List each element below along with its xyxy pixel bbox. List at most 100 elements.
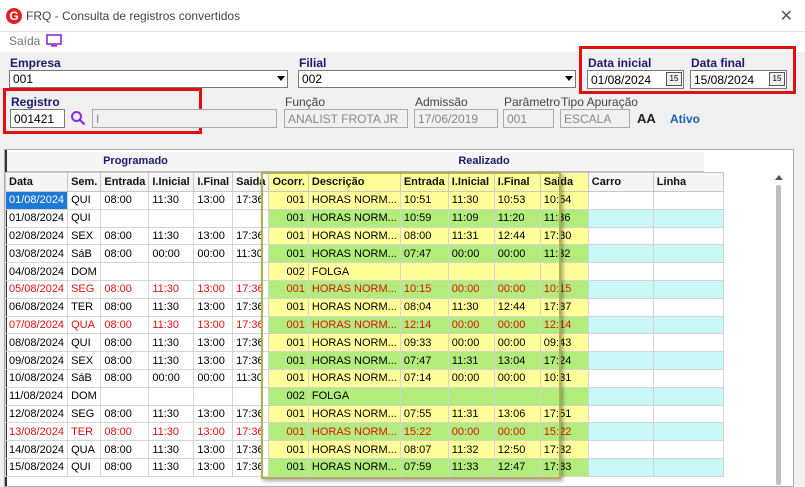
cell-desc[interactable]: HORAS NORM... <box>307 351 401 370</box>
cell-pi[interactable]: 11:30 <box>148 422 195 442</box>
table-row[interactable]: 11/08/2024 DOM 002 FOLGA <box>5 386 724 406</box>
cell-rs[interactable]: 15:22 <box>539 422 589 442</box>
cell-re[interactable]: 09:33 <box>399 333 449 353</box>
cell-pf[interactable]: 13:00 <box>193 440 234 459</box>
cell-pe[interactable]: 08:00 <box>100 440 150 459</box>
cell-pf[interactable] <box>193 208 234 228</box>
col-header[interactable]: Saida <box>539 172 589 192</box>
cell-carro[interactable] <box>587 404 654 424</box>
cell-ps[interactable]: 17:36 <box>232 191 270 210</box>
table-row[interactable]: 01/08/2024 QUI 08:00 11:30 13:00 17:36 001 HORA… <box>5 191 724 210</box>
cell-pe[interactable]: 08:00 <box>100 297 150 317</box>
cell-pi[interactable]: 11:30 <box>148 351 195 370</box>
cell-rs[interactable]: 09:43 <box>539 333 589 353</box>
empresa-select[interactable]: 001 <box>9 70 288 88</box>
cell-sem[interactable]: TER <box>67 297 102 317</box>
cell-oc[interactable]: 001 <box>268 244 309 264</box>
cell-ri[interactable] <box>447 386 495 406</box>
cell-pe[interactable]: 08:00 <box>100 333 150 353</box>
cell-pf[interactable]: 13:00 <box>193 315 234 335</box>
cell-linha[interactable] <box>652 244 724 264</box>
cell-oc[interactable]: 001 <box>268 226 309 246</box>
table-row[interactable]: 01/08/2024 QUI 001 HORAS NORM... 10:59 11:09 1… <box>5 208 724 228</box>
cell-ps[interactable]: 17:36 <box>232 279 270 299</box>
cell-rf[interactable]: 12:50 <box>493 440 541 459</box>
vertical-scrollbar[interactable] <box>773 172 785 486</box>
cell-desc[interactable]: HORAS NORM... <box>307 422 401 442</box>
cell-data[interactable]: 14/08/2024 <box>5 440 69 459</box>
cell-ri[interactable]: 11:31 <box>447 226 495 246</box>
cell-ri[interactable]: 11:09 <box>447 208 495 228</box>
cell-linha[interactable] <box>652 297 724 317</box>
cell-re[interactable]: 07:59 <box>399 457 449 477</box>
cell-rs[interactable] <box>539 386 589 406</box>
cell-ps[interactable]: 17:36 <box>232 404 270 424</box>
cell-oc[interactable]: 001 <box>268 422 309 442</box>
col-header[interactable]: Data <box>5 172 69 192</box>
cell-pi[interactable] <box>148 208 195 228</box>
cell-re[interactable]: 10:15 <box>399 279 449 299</box>
cell-data[interactable]: 12/08/2024 <box>5 404 69 424</box>
cell-ri[interactable]: 11:31 <box>447 404 495 424</box>
saida-button[interactable]: Saída <box>9 34 40 48</box>
cell-pe[interactable] <box>100 262 150 281</box>
font-size-icon[interactable]: AA <box>637 111 656 126</box>
cell-ps[interactable] <box>232 386 270 406</box>
cell-linha[interactable] <box>652 457 724 477</box>
cell-data[interactable]: 01/08/2024 <box>5 191 69 210</box>
cell-rf[interactable]: 00:00 <box>493 368 541 388</box>
cell-rs[interactable]: 10:15 <box>539 279 589 299</box>
calendar-icon[interactable]: 15 <box>666 72 682 86</box>
cell-linha[interactable] <box>652 368 724 388</box>
cell-carro[interactable] <box>587 315 654 335</box>
cell-ri[interactable]: 00:00 <box>447 333 495 353</box>
cell-pf[interactable]: 13:00 <box>193 333 234 353</box>
cell-linha[interactable] <box>652 262 724 281</box>
cell-oc[interactable]: 001 <box>268 208 309 228</box>
cell-sem[interactable]: SEX <box>67 226 102 246</box>
col-header[interactable]: Entrada <box>399 172 449 192</box>
col-header[interactable]: I.Inicial <box>148 172 195 192</box>
col-header[interactable]: Carro <box>587 172 654 192</box>
cell-re[interactable]: 07:47 <box>399 244 449 264</box>
cell-sem[interactable]: SEX <box>67 351 102 370</box>
cell-desc[interactable]: FOLGA <box>307 262 401 281</box>
cell-data[interactable]: 01/08/2024 <box>5 208 69 228</box>
table-row[interactable]: 13/08/2024 TER 08:00 11:30 13:00 17:36 001 HORA… <box>5 422 724 442</box>
cell-linha[interactable] <box>652 351 724 370</box>
cell-pe[interactable] <box>100 386 150 406</box>
cell-pi[interactable]: 11:30 <box>148 191 195 210</box>
cell-sem[interactable]: QUI <box>67 333 102 353</box>
scroll-up-icon[interactable] <box>775 175 783 180</box>
cell-re[interactable]: 07:14 <box>399 368 449 388</box>
cell-desc[interactable]: FOLGA <box>307 386 401 406</box>
cell-oc[interactable]: 001 <box>268 279 309 299</box>
cell-sem[interactable]: DOM <box>67 386 102 406</box>
table-row[interactable]: 14/08/2024 QUA 08:00 11:30 13:00 17:36 001 HORA… <box>5 440 724 459</box>
cell-pe[interactable]: 08:00 <box>100 315 150 335</box>
cell-ps[interactable]: 17:36 <box>232 226 270 246</box>
cell-pe[interactable] <box>100 208 150 228</box>
cell-sem[interactable]: SáB <box>67 244 102 264</box>
table-row[interactable]: 10/08/2024 SáB 08:00 00:00 00:00 11:30 001 HORA… <box>5 368 724 388</box>
cell-pe[interactable]: 08:00 <box>100 457 150 477</box>
cell-sem[interactable]: SEG <box>67 279 102 299</box>
cell-desc[interactable]: HORAS NORM... <box>307 208 401 228</box>
cell-rs[interactable]: 17:24 <box>539 351 589 370</box>
cell-ps[interactable]: 17:36 <box>232 351 270 370</box>
cell-desc[interactable]: HORAS NORM... <box>307 244 401 264</box>
records-grid[interactable]: Programado Realizado Data Sem. Entrada I… <box>4 149 794 487</box>
cell-pf[interactable]: 13:00 <box>193 191 234 210</box>
cell-ri[interactable]: 11:30 <box>447 297 495 317</box>
cell-rs[interactable]: 17:30 <box>539 226 589 246</box>
cell-data[interactable]: 10/08/2024 <box>5 368 69 388</box>
cell-oc[interactable]: 002 <box>268 386 309 406</box>
monitor-icon[interactable] <box>46 34 62 48</box>
cell-pe[interactable]: 08:00 <box>100 226 150 246</box>
cell-linha[interactable] <box>652 440 724 459</box>
cell-pi[interactable]: 11:30 <box>148 297 195 317</box>
cell-ps[interactable]: 17:36 <box>232 315 270 335</box>
cell-carro[interactable] <box>587 422 654 442</box>
cell-carro[interactable] <box>587 226 654 246</box>
cell-pi[interactable] <box>148 386 195 406</box>
